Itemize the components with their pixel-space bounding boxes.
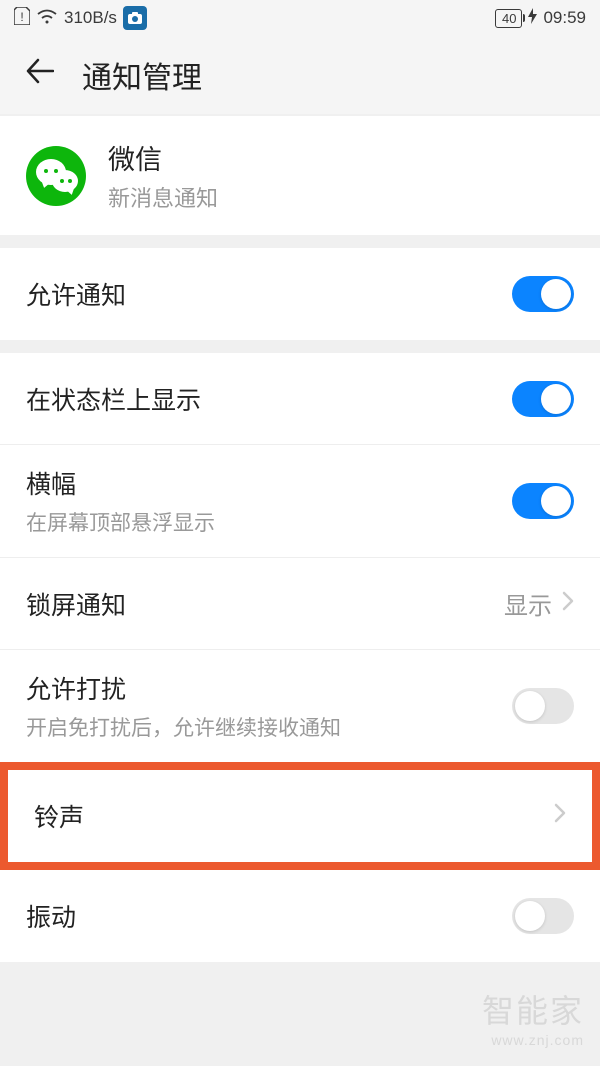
- chevron-right-icon: [554, 802, 566, 830]
- toggle-vibrate[interactable]: [512, 898, 574, 934]
- setting-label: 横幅: [26, 465, 215, 501]
- status-right: 40 09:59: [495, 8, 586, 28]
- watermark: 智能家 www.znj.com: [482, 986, 584, 1048]
- app-info-row: 微信 新消息通知: [0, 116, 600, 235]
- sim-alert-icon: !: [14, 7, 30, 30]
- chevron-right-icon: [562, 590, 574, 618]
- wechat-icon: [26, 146, 86, 206]
- toggle-allow-notify[interactable]: [512, 276, 574, 312]
- setting-label: 在状态栏上显示: [26, 381, 201, 417]
- setting-vibrate[interactable]: 振动: [0, 870, 600, 962]
- setting-label: 锁屏通知: [26, 586, 126, 622]
- setting-label: 允许打扰: [26, 670, 341, 706]
- clock-time: 09:59: [543, 8, 586, 28]
- camera-app-icon: [123, 6, 147, 30]
- setting-sub: 开启免打扰后，允许继续接收通知: [26, 712, 341, 742]
- setting-banner[interactable]: 横幅 在屏幕顶部悬浮显示: [0, 445, 600, 558]
- setting-label: 允许通知: [26, 276, 126, 312]
- header: 通知管理: [0, 36, 600, 114]
- status-left: ! 310B/s: [14, 6, 147, 30]
- status-bar: ! 310B/s 40 09:59: [0, 0, 600, 36]
- toggle-banner[interactable]: [512, 483, 574, 519]
- battery-icon: 40: [495, 9, 522, 28]
- setting-label: 振动: [26, 898, 76, 934]
- toggle-allow-disturb[interactable]: [512, 688, 574, 724]
- svg-text:!: !: [20, 10, 23, 24]
- setting-status-bar-show[interactable]: 在状态栏上显示: [0, 353, 600, 445]
- setting-allow-notify[interactable]: 允许通知: [0, 248, 600, 340]
- setting-ringtone[interactable]: 铃声: [8, 770, 592, 862]
- app-subtitle: 新消息通知: [108, 181, 218, 213]
- toggle-status-bar[interactable]: [512, 381, 574, 417]
- page-title: 通知管理: [82, 53, 202, 97]
- setting-label: 铃声: [34, 798, 84, 834]
- app-text: 微信 新消息通知: [108, 138, 218, 213]
- watermark-main: 智能家: [482, 986, 584, 1032]
- setting-value: 显示: [504, 586, 552, 621]
- back-arrow-icon[interactable]: [26, 58, 54, 92]
- setting-lockscreen[interactable]: 锁屏通知 显示: [0, 558, 600, 650]
- network-speed: 310B/s: [64, 8, 117, 28]
- watermark-sub: www.znj.com: [482, 1032, 584, 1048]
- setting-sub: 在屏幕顶部悬浮显示: [26, 507, 215, 537]
- charging-icon: [528, 8, 537, 28]
- wifi-icon: [36, 8, 58, 29]
- app-name: 微信: [108, 138, 218, 177]
- setting-allow-disturb[interactable]: 允许打扰 开启免打扰后，允许继续接收通知: [0, 650, 600, 762]
- highlight-box: 铃声: [0, 762, 600, 870]
